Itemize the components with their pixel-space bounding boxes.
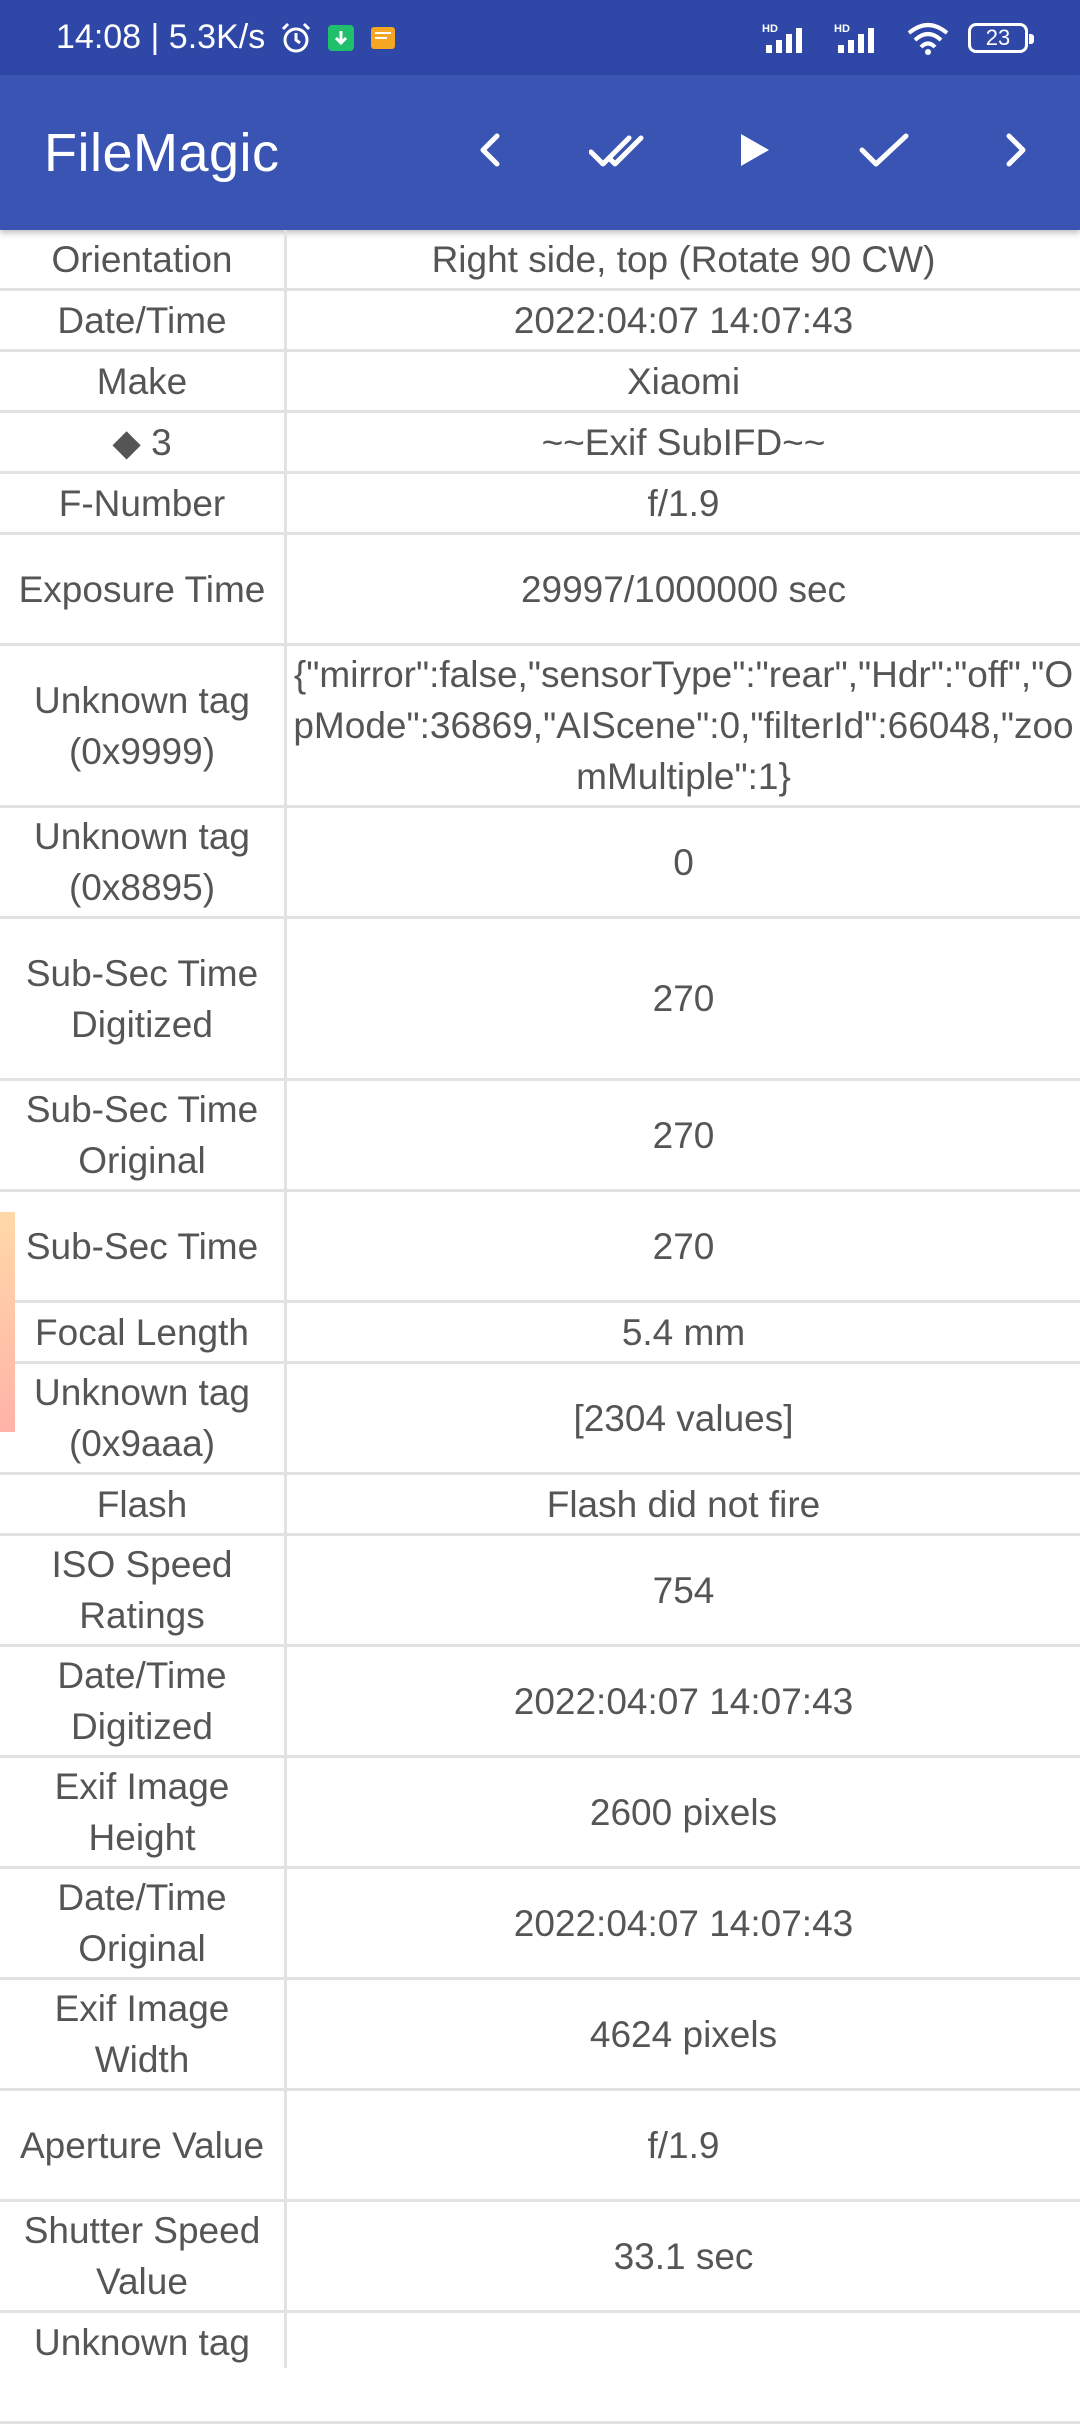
chevron-right-icon [995, 130, 1035, 175]
previous-button[interactable] [425, 75, 556, 230]
table-row: Date/Time 2022:04:07 14:07:43 [0, 291, 1080, 352]
app-title: FileMagic [44, 122, 280, 183]
check-icon [858, 130, 910, 175]
chevron-left-icon [471, 130, 511, 175]
table-row: Unknown tag [0, 2313, 1080, 2424]
download-notification-icon [327, 24, 355, 52]
tag-label: Exif Image Height [0, 1758, 287, 1866]
tag-label: Flash [0, 1475, 287, 1533]
edge-drag-handle[interactable] [0, 1212, 15, 1432]
tag-value: 33.1 sec [613, 2235, 754, 2277]
svg-text:HD: HD [834, 23, 850, 35]
tag-label: Focal Length [0, 1303, 287, 1361]
tag-label: Unknown tag [0, 2313, 287, 2368]
tag-label: Unknown tag (0x9aaa) [0, 1364, 287, 1472]
play-button[interactable] [687, 75, 818, 230]
tag-label: Date/Time Original [0, 1869, 287, 1977]
tag-value: 270 [652, 1225, 715, 1267]
tag-value: 2600 pixels [589, 1791, 778, 1833]
tag-value: Flash did not fire [546, 1483, 821, 1525]
tag-value: 754 [652, 1569, 715, 1611]
message-notification-icon [369, 24, 397, 52]
select-all-button[interactable] [556, 75, 687, 230]
tag-label: Exif Image Width [0, 1980, 287, 2088]
tag-value: 0 [673, 841, 694, 883]
tag-value: 2022:04:07 14:07:43 [513, 1680, 854, 1722]
tag-label: ISO Speed Ratings [0, 1536, 287, 1644]
tag-value: f/1.9 [647, 482, 720, 524]
tag-label: Date/Time [0, 291, 287, 349]
play-icon [733, 130, 773, 175]
table-row: Sub-Sec Time Digitized 270 [0, 919, 1080, 1081]
tag-value: 4624 pixels [589, 2013, 778, 2055]
tag-label: Make [0, 352, 287, 410]
tag-value: {"mirror":false,"sensorType":"rear","Hdr… [293, 654, 1074, 797]
tag-label: Unknown tag (0x8895) [0, 808, 287, 916]
tag-value: 29997/1000000 sec [520, 568, 847, 610]
table-row: ◆ 3 ~~Exif SubIFD~~ [0, 413, 1080, 474]
table-row: ISO Speed Ratings 754 [0, 1536, 1080, 1647]
tag-value: f/1.9 [647, 2124, 720, 2166]
tag-label: Shutter Speed Value [0, 2202, 287, 2310]
table-row: F-Number f/1.9 [0, 474, 1080, 535]
tag-label: Orientation [0, 230, 287, 288]
alarm-icon [279, 21, 313, 55]
battery-icon: 23 [968, 22, 1034, 53]
tag-label: ◆ 3 [0, 413, 287, 471]
tag-label: Exposure Time [0, 535, 287, 643]
status-bar: 14:08 | 5.3K/s HD HD 23 [0, 0, 1080, 75]
tag-label: Unknown tag (0x9999) [0, 646, 287, 805]
table-row: Focal Length 5.4 mm [0, 1303, 1080, 1364]
tag-label: Sub-Sec Time Original [0, 1081, 287, 1189]
status-time-speed: 14:08 | 5.3K/s [56, 18, 266, 56]
table-row: Aperture Value f/1.9 [0, 2091, 1080, 2202]
tag-value: 2022:04:07 14:07:43 [513, 1902, 854, 1944]
app-bar: FileMagic [0, 75, 1080, 230]
tag-label: Date/Time Digitized [0, 1647, 287, 1755]
double-check-icon [588, 130, 655, 175]
app-bar-actions [425, 75, 1080, 230]
table-row: Make Xiaomi [0, 352, 1080, 413]
tag-label: F-Number [0, 474, 287, 532]
signal-hd-icon: HD [762, 21, 816, 55]
table-row: Unknown tag (0x8895) 0 [0, 808, 1080, 919]
table-row: Exif Image Height 2600 pixels [0, 1758, 1080, 1869]
table-row: Exposure Time 29997/1000000 sec [0, 535, 1080, 646]
table-row: Shutter Speed Value 33.1 sec [0, 2202, 1080, 2313]
wifi-icon [906, 21, 950, 55]
next-button[interactable] [949, 75, 1080, 230]
signal-hd-icon-2: HD [834, 21, 888, 55]
table-row: Exif Image Width 4624 pixels [0, 1980, 1080, 2091]
table-row: Sub-Sec Time Original 270 [0, 1081, 1080, 1192]
tag-label: Sub-Sec Time [0, 1192, 287, 1300]
table-row: Flash Flash did not fire [0, 1475, 1080, 1536]
tag-value: 270 [652, 978, 715, 1019]
table-row: Date/Time Digitized 2022:04:07 14:07:43 [0, 1647, 1080, 1758]
tag-label: Aperture Value [0, 2091, 287, 2199]
confirm-button[interactable] [818, 75, 949, 230]
tag-value: [2304 values] [573, 1397, 794, 1439]
tag-value: ~~Exif SubIFD~~ [541, 421, 826, 463]
table-row: Unknown tag (0x9999) {"mirror":false,"se… [0, 646, 1080, 808]
table-row: Orientation Right side, top (Rotate 90 C… [0, 230, 1080, 291]
table-row: Unknown tag (0x9aaa) [2304 values] [0, 1364, 1080, 1475]
svg-text:HD: HD [762, 23, 778, 35]
tag-value: Xiaomi [626, 360, 741, 402]
table-row: Sub-Sec Time 270 [0, 1192, 1080, 1303]
table-row: Date/Time Original 2022:04:07 14:07:43 [0, 1869, 1080, 1980]
status-bar-right: HD HD 23 [762, 21, 1034, 55]
tag-value: 2022:04:07 14:07:43 [513, 299, 854, 341]
tag-value: Right side, top (Rotate 90 CW) [431, 238, 936, 280]
tag-value: 270 [652, 1114, 715, 1156]
tag-value: 5.4 mm [621, 1311, 746, 1353]
status-bar-left: 14:08 | 5.3K/s [56, 18, 762, 57]
exif-table[interactable]: Orientation Right side, top (Rotate 90 C… [0, 230, 1080, 2424]
tag-label: Sub-Sec Time Digitized [0, 919, 287, 1078]
